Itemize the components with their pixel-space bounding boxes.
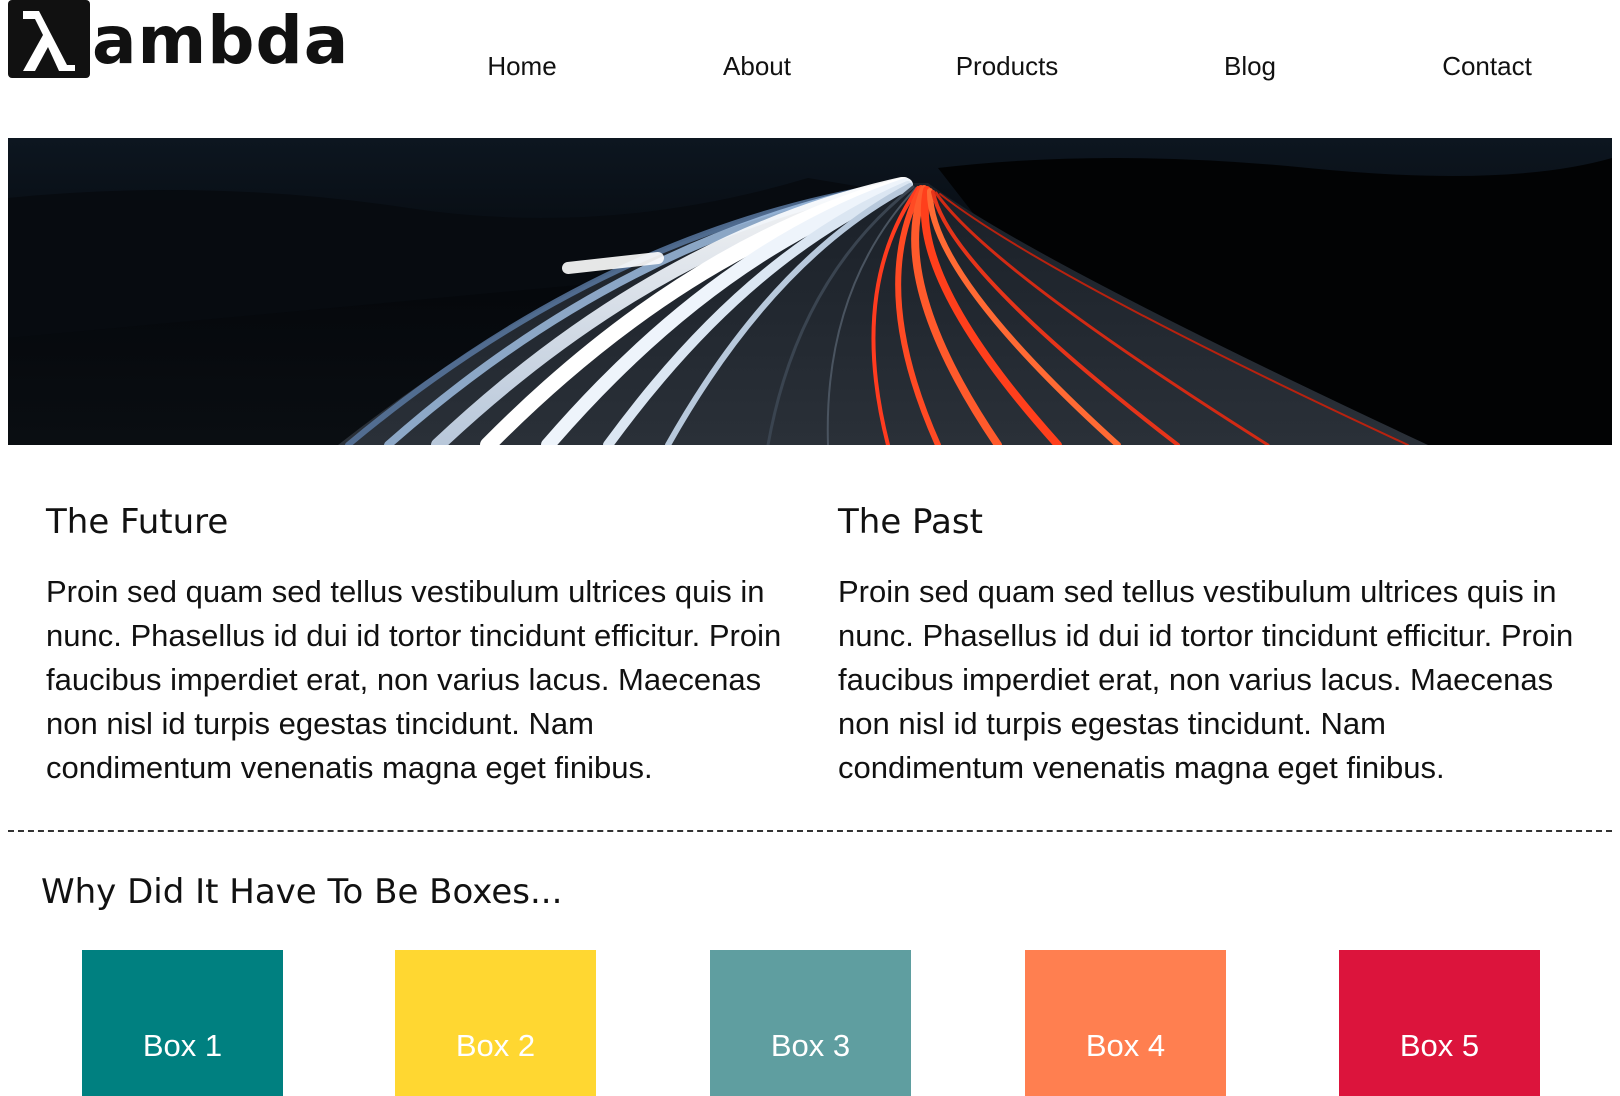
section-divider [8,830,1612,832]
box-label: Box 3 [770,1028,851,1063]
nav-link-blog[interactable]: Blog [1224,46,1276,86]
box-label: Box 1 [142,1028,223,1063]
box-4: Box 4 [1025,950,1226,1096]
nav-link-about[interactable]: About [723,46,791,86]
box-label: Box 5 [1399,1028,1480,1063]
box-3: Box 3 [710,950,911,1096]
box-5: Box 5 [1339,950,1540,1096]
column-the-future: The Future Proin sed quam sed tellus ves… [46,500,786,790]
column-body: Proin sed quam sed tellus vestibulum ult… [838,574,1574,785]
main-nav: Home About Products Blog Contact [0,46,1620,86]
boxes-section-title: Why Did It Have To Be Boxes... [41,872,563,912]
column-body: Proin sed quam sed tellus vestibulum ult… [46,574,782,785]
column-title: The Future [46,502,229,542]
box-label: Box 2 [455,1028,536,1063]
box-label: Box 4 [1085,1028,1166,1063]
column-title: The Past [838,502,983,542]
box-2: Box 2 [395,950,596,1096]
nav-link-products[interactable]: Products [956,46,1059,86]
hero-image [8,138,1612,445]
column-the-past: The Past Proin sed quam sed tellus vesti… [838,500,1578,790]
site-header: ambda Home About Products Blog Contact [0,0,1620,135]
nav-link-home[interactable]: Home [487,46,556,86]
nav-link-contact[interactable]: Contact [1442,46,1532,86]
box-1: Box 1 [82,950,283,1096]
